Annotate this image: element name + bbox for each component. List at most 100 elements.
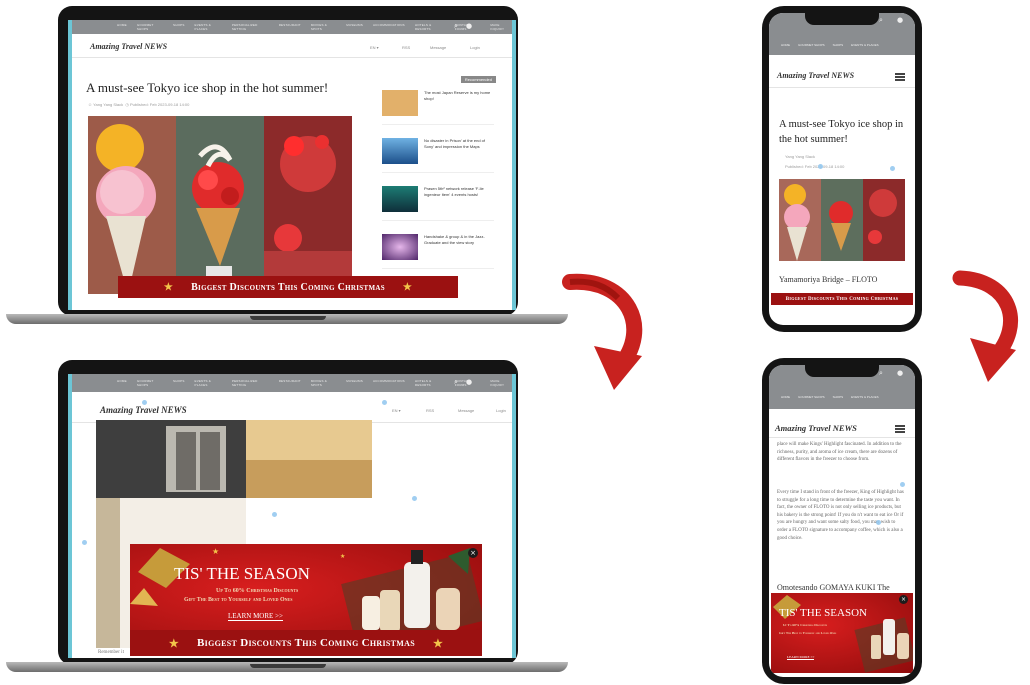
login-link[interactable]: Login <box>496 408 506 413</box>
article-author[interactable]: Yang Yang Slack <box>93 102 123 107</box>
nav-item[interactable]: SHOPS <box>173 379 185 387</box>
star-icon: ★ <box>402 281 413 293</box>
snowflake-decoration <box>890 166 895 171</box>
article-hero-image <box>779 179 905 261</box>
nav-item[interactable]: HOTELS & RESORTS <box>415 379 445 387</box>
nav-item[interactable]: HOME <box>781 395 790 399</box>
nav-item[interactable]: GOURMET SHOPS <box>798 43 825 47</box>
article-date: Published: Feb 2023-09-18 14:00 <box>785 164 845 169</box>
nav-item[interactable]: PERSONALIZED SETTING <box>232 379 269 387</box>
ad-discount-line: Up To 60% Christmas Discounts <box>783 623 828 627</box>
nav-item[interactable]: HOME <box>781 43 790 47</box>
article-title: A must-see Tokyo ice shop in the hot sum… <box>86 80 329 95</box>
nav-item[interactable]: GOURMET SHOPS <box>137 23 163 31</box>
hamburger-menu-icon[interactable] <box>895 73 905 81</box>
user-icon[interactable]: ● <box>897 370 903 377</box>
site-logo[interactable]: Amazing Travel NEWS <box>100 405 187 415</box>
sidebar-item-text: The most Japan Reserve is my home shop! <box>424 90 491 101</box>
christmas-ad-popup[interactable]: TIS' THE SEASON Up To 60% Christmas Disc… <box>771 593 913 673</box>
login-link[interactable]: Login <box>470 45 480 50</box>
site-logo[interactable]: Amazing Travel NEWS <box>777 71 854 80</box>
nav-item[interactable]: HOTELS & RESORTS <box>415 23 445 31</box>
nav-item[interactable]: MOVIES & SPOTS <box>311 379 336 387</box>
nav-item[interactable]: ACCOMMODATIONS <box>373 23 405 31</box>
snowflake-decoration <box>876 520 881 525</box>
header-divider <box>769 87 915 88</box>
site-logo[interactable]: Amazing Travel NEWS <box>775 423 857 433</box>
nav-item[interactable]: RESTAURANT <box>279 379 301 387</box>
user-icon[interactable]: ● <box>466 379 472 386</box>
promo-banner[interactable]: ★ Biggest Discounts This Coming Christma… <box>130 630 482 656</box>
message-link[interactable]: Message <box>430 45 446 50</box>
phone-notch <box>805 365 879 377</box>
phone-notch <box>805 13 879 25</box>
nav-item[interactable]: SHOPS <box>173 23 185 31</box>
learn-more-button[interactable]: LEARN MORE >> <box>228 612 283 621</box>
hamburger-menu-icon[interactable] <box>895 425 905 433</box>
nav-item[interactable]: MAKE INQUIRY <box>490 23 512 31</box>
nav-item[interactable]: HOME <box>117 379 127 387</box>
nav-item[interactable]: EVENTS & PLACES <box>851 395 879 399</box>
nav-item[interactable]: EVENTS & PLACES <box>195 379 222 387</box>
promo-banner-text: Biggest Discounts This Coming Christmas <box>785 297 899 302</box>
nav-item[interactable]: GOURMET SHOPS <box>798 395 825 399</box>
nav-item[interactable]: MOVIES & SPOTS <box>311 23 336 31</box>
rss-link[interactable]: RSS <box>402 45 410 50</box>
sidebar-thumb <box>382 186 418 212</box>
laptop-top-screen: HOME GOURMET SHOPS SHOPS EVENTS & PLACES PER… <box>68 20 516 310</box>
nav-item[interactable]: MAKE INQUIRY <box>490 379 512 387</box>
site-logo[interactable]: Amazing Travel NEWS <box>90 42 167 51</box>
nav-item[interactable]: ACCOMMODATIONS <box>373 379 405 387</box>
ad-gift-line: Gift The Best to Yourself and Loved Ones <box>184 597 293 603</box>
learn-more-button[interactable]: LEARN MORE >> <box>787 655 815 660</box>
article-hero-image <box>88 116 352 294</box>
nav-item[interactable]: GOURMET SHOPS <box>137 379 163 387</box>
user-icon[interactable]: ● <box>897 17 903 24</box>
sidebar-item-4[interactable]: Handshake & group & in the Jazz-Graduate… <box>382 230 494 269</box>
sidebar-item-2[interactable]: No disaster in Prison' at the end of Son… <box>382 134 494 173</box>
rss-link[interactable]: RSS <box>426 408 434 413</box>
language-switch[interactable]: EN ▾ <box>392 408 401 413</box>
nav-item[interactable]: EVENTS & PLACES <box>851 43 879 47</box>
article-date: Published: Feb 2023-09-18 14:00 <box>130 102 190 107</box>
article-title: A must-see Tokyo ice shop in the hot sum… <box>779 119 904 145</box>
nav-item[interactable]: EVENTS & PLACES <box>195 23 222 31</box>
language-switch[interactable]: EN ▾ <box>370 45 379 50</box>
nav-item[interactable]: MUSEUMS <box>346 379 363 387</box>
promo-banner[interactable]: Biggest Discounts This Coming Christmas <box>771 293 913 305</box>
nav-item[interactable]: SHOPS <box>833 43 844 47</box>
search-icon[interactable]: ⌕ <box>879 370 883 377</box>
ice-cream-photos <box>88 116 352 294</box>
user-icon[interactable]: ● <box>466 23 472 30</box>
curved-arrow-icon <box>562 273 643 390</box>
nav-item[interactable]: SHOPS <box>833 395 844 399</box>
nav-items: HOME GOURMET SHOPS SHOPS EVENTS & PLACES PER… <box>117 23 512 31</box>
ad-gift-line: Gift The Best to Yourself and Loved Ones <box>779 631 837 635</box>
sidebar-thumb <box>382 90 418 116</box>
sidebar-tag: Recommended <box>460 76 496 83</box>
nav-item[interactable]: HOME <box>117 23 127 31</box>
search-icon[interactable]: ⌕ <box>454 23 458 30</box>
sidebar-item-3[interactable]: Prasen 5th² network release 'F-lie ingen… <box>382 182 494 221</box>
promo-banner[interactable]: ★ Biggest Discounts This Coming Christma… <box>118 276 458 298</box>
close-icon[interactable]: × <box>899 595 908 604</box>
nav-item[interactable]: PERSONALIZED SETTING <box>232 23 269 31</box>
message-link[interactable]: Message <box>458 408 474 413</box>
nav-items: HOME GOURMET SHOPS SHOPS EVENTS & PLACES <box>781 395 879 399</box>
article-paragraph: place will make Kings' Highlight fascina… <box>777 442 902 463</box>
top-navbar: HOME GOURMET SHOPS SHOPS EVENTS & PLACES PER… <box>72 374 512 392</box>
article-author[interactable]: Yang Yang Slack <box>785 154 815 159</box>
next-article-title[interactable]: Yamamoriya Bridge – FLOTO <box>779 275 877 284</box>
sidebar-item-text: No disaster in Prison' at the end of Son… <box>424 138 486 149</box>
close-icon[interactable]: × <box>468 548 478 558</box>
nav-item[interactable]: MUSEUMS <box>346 23 363 31</box>
nav-item[interactable]: RESTAURANT <box>279 23 301 31</box>
search-icon[interactable]: ⌕ <box>454 379 458 386</box>
ad-title: TIS' THE SEASON <box>779 607 867 619</box>
snowflake-decoration <box>272 512 277 517</box>
search-icon[interactable]: ⌕ <box>879 17 883 24</box>
sidebar-item-1[interactable]: The most Japan Reserve is my home shop! <box>382 86 494 125</box>
snowflake-decoration <box>818 164 823 169</box>
promo-banner-text: Biggest Discounts This Coming Christmas <box>197 637 415 649</box>
next-article-title[interactable]: Omotesando GOMAYA KUKI The <box>777 583 890 592</box>
